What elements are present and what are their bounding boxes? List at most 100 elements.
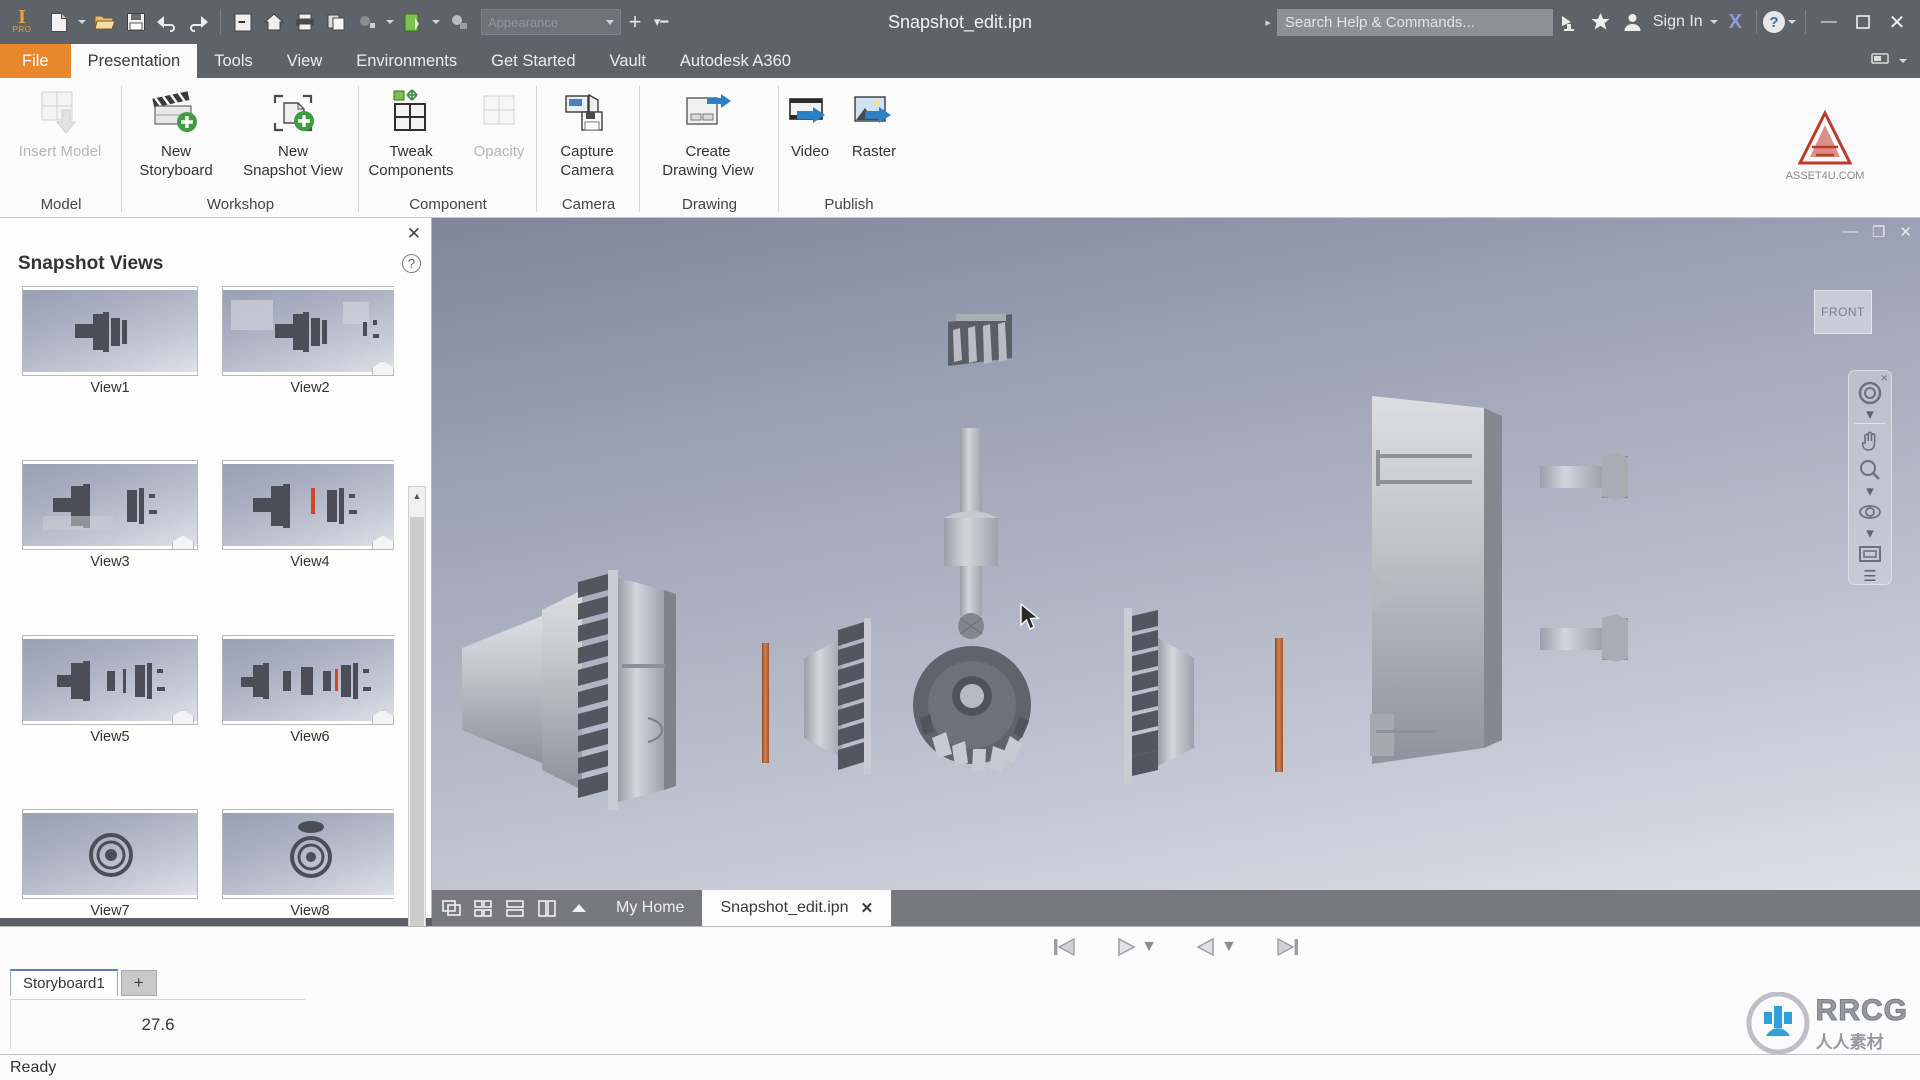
tweak-components-button[interactable]: Tweak Components [359, 84, 463, 180]
snapshot-view-label: View1 [90, 380, 130, 396]
scroll-up-icon[interactable]: ▲ [409, 488, 425, 504]
snapshot-thumbnail[interactable] [222, 460, 394, 551]
window-maximize-button[interactable] [1846, 0, 1880, 44]
orbit-icon[interactable] [1853, 498, 1887, 526]
snapshot-thumbnail[interactable] [22, 634, 198, 725]
snapshot-thumbnail[interactable] [22, 286, 198, 376]
raster-icon [851, 84, 897, 142]
snapshot-view-item[interactable]: View3 [22, 460, 198, 622]
model-viewport[interactable]: — ❐ ✕ FRONT ✕ ▾ ▾ ▾ ☰ [432, 218, 1920, 902]
add-qat-button[interactable]: + [622, 9, 648, 35]
tile-vertical-icon[interactable] [532, 893, 562, 923]
exploded-assembly-model[interactable] [432, 218, 1920, 902]
snapshot-view-item[interactable]: View4 [222, 460, 394, 622]
open-file-icon[interactable] [90, 3, 120, 41]
view-cube[interactable]: FRONT [1814, 290, 1872, 334]
play-forward-button[interactable]: ▼ [1115, 936, 1157, 958]
pan-hand-icon[interactable] [1853, 427, 1887, 455]
print-icon[interactable] [290, 3, 320, 41]
help-broadcast-icon[interactable] [1553, 0, 1585, 44]
appearance-dropdown-icon[interactable] [429, 3, 443, 41]
snapshot-view-item[interactable]: View5 [22, 634, 198, 797]
sign-in-button[interactable]: Sign In [1649, 13, 1707, 31]
orbit-dropdown-icon[interactable]: ▾ [1853, 525, 1887, 542]
autodesk-exchange-icon[interactable]: X [1721, 11, 1750, 34]
search-expand-icon[interactable]: ▸ [1265, 16, 1271, 29]
snapshot-view-item[interactable]: View1 [22, 286, 198, 448]
tab-autodesk-a360[interactable]: Autodesk A360 [663, 44, 808, 78]
tab-tools[interactable]: Tools [197, 44, 270, 78]
panel-close-icon[interactable]: ✕ [407, 224, 421, 244]
new-file-icon[interactable] [44, 3, 74, 41]
new-storyboard-button[interactable]: New Storyboard [122, 84, 230, 180]
snapshot-thumbnail[interactable] [222, 809, 394, 900]
tile-horizontal-icon[interactable] [500, 893, 530, 923]
select-icon[interactable] [352, 3, 382, 41]
viewport-close-icon[interactable]: ✕ [1899, 223, 1912, 241]
play-backward-dropdown-icon[interactable]: ▼ [1221, 938, 1237, 956]
appearance-combo[interactable]: Appearance [481, 9, 621, 35]
home-icon[interactable] [259, 3, 289, 41]
navbar-more-icon[interactable]: ☰ [1853, 568, 1887, 585]
publish-video-button[interactable]: Video [779, 84, 841, 161]
qat-overflow-icon[interactable]: ▾━ [649, 14, 673, 30]
tab-environments[interactable]: Environments [339, 44, 474, 78]
panel-help-icon[interactable]: ? [402, 254, 421, 273]
help-icon[interactable]: ? [1763, 11, 1785, 33]
snapshot-view-item[interactable]: View6 [222, 634, 394, 797]
search-input[interactable]: Search Help & Commands... [1276, 8, 1553, 36]
navbar-close-icon[interactable]: ✕ [1880, 373, 1888, 384]
scrollbar-thumb[interactable] [410, 517, 424, 997]
ribbon-display-dropdown-icon[interactable] [1896, 42, 1910, 80]
tab-vault[interactable]: Vault [593, 44, 663, 78]
tab-file[interactable]: File [0, 44, 71, 78]
update-icon[interactable] [321, 3, 351, 41]
snapshot-thumbnail[interactable] [222, 634, 394, 725]
capture-camera-button[interactable]: Capture Camera [537, 84, 637, 180]
ribbon-display-icon[interactable] [1871, 51, 1893, 71]
undo-icon[interactable] [152, 3, 182, 41]
snapshot-view-item[interactable]: View2 [222, 286, 394, 448]
redo-icon[interactable] [183, 3, 213, 41]
viewport-minimize-icon[interactable]: — [1843, 223, 1858, 241]
material-icon[interactable] [444, 3, 474, 41]
appearance-icon[interactable] [398, 3, 428, 41]
doc-tab-my-home[interactable]: My Home [598, 890, 702, 926]
storyboard-tab[interactable]: Storyboard1 [10, 969, 118, 996]
window-minimize-button[interactable]: — [1812, 0, 1846, 44]
add-storyboard-button[interactable]: + [120, 970, 157, 996]
create-drawing-view-button[interactable]: Create Drawing View [640, 84, 776, 180]
new-snapshot-view-button[interactable]: New Snapshot View [230, 84, 356, 180]
publish-raster-button[interactable]: Raster [841, 84, 907, 161]
collapse-up-icon[interactable] [564, 893, 594, 923]
tile-grid-icon[interactable] [468, 893, 498, 923]
tab-presentation[interactable]: Presentation [70, 44, 198, 78]
tab-view[interactable]: View [270, 44, 339, 78]
tab-get-started[interactable]: Get Started [474, 44, 592, 78]
steering-wheel-dropdown-icon[interactable]: ▾ [1853, 406, 1887, 423]
save-icon[interactable] [121, 3, 151, 41]
cascade-windows-icon[interactable] [436, 893, 466, 923]
help-dropdown-icon[interactable] [1785, 3, 1799, 41]
snapshot-thumbnail[interactable] [222, 286, 394, 376]
select-dropdown-icon[interactable] [383, 3, 397, 41]
panel-title: Snapshot Views [18, 253, 164, 274]
account-dropdown-icon[interactable] [1707, 3, 1721, 41]
look-at-icon[interactable] [1853, 540, 1887, 568]
go-to-start-button[interactable] [1051, 936, 1077, 958]
user-avatar-icon[interactable] [1617, 0, 1649, 44]
zoom-dropdown-icon[interactable]: ▾ [1853, 483, 1887, 500]
favorites-star-icon[interactable] [1585, 0, 1617, 44]
new-file-dropdown-icon[interactable] [75, 3, 89, 41]
go-to-end-button[interactable] [1275, 936, 1301, 958]
window-close-button[interactable]: ✕ [1880, 0, 1914, 44]
return-icon[interactable] [228, 3, 258, 41]
snapshot-thumbnail[interactable] [22, 809, 198, 900]
viewport-restore-icon[interactable]: ❐ [1872, 223, 1885, 241]
zoom-magnifier-icon[interactable] [1853, 456, 1887, 484]
snapshot-thumbnail[interactable] [22, 460, 198, 551]
doc-tab-close-icon[interactable]: ✕ [861, 899, 874, 917]
doc-tab-snapshot-edit[interactable]: Snapshot_edit.ipn ✕ [702, 890, 892, 926]
play-backward-button[interactable]: ▼ [1195, 936, 1237, 958]
play-forward-dropdown-icon[interactable]: ▼ [1141, 938, 1157, 956]
